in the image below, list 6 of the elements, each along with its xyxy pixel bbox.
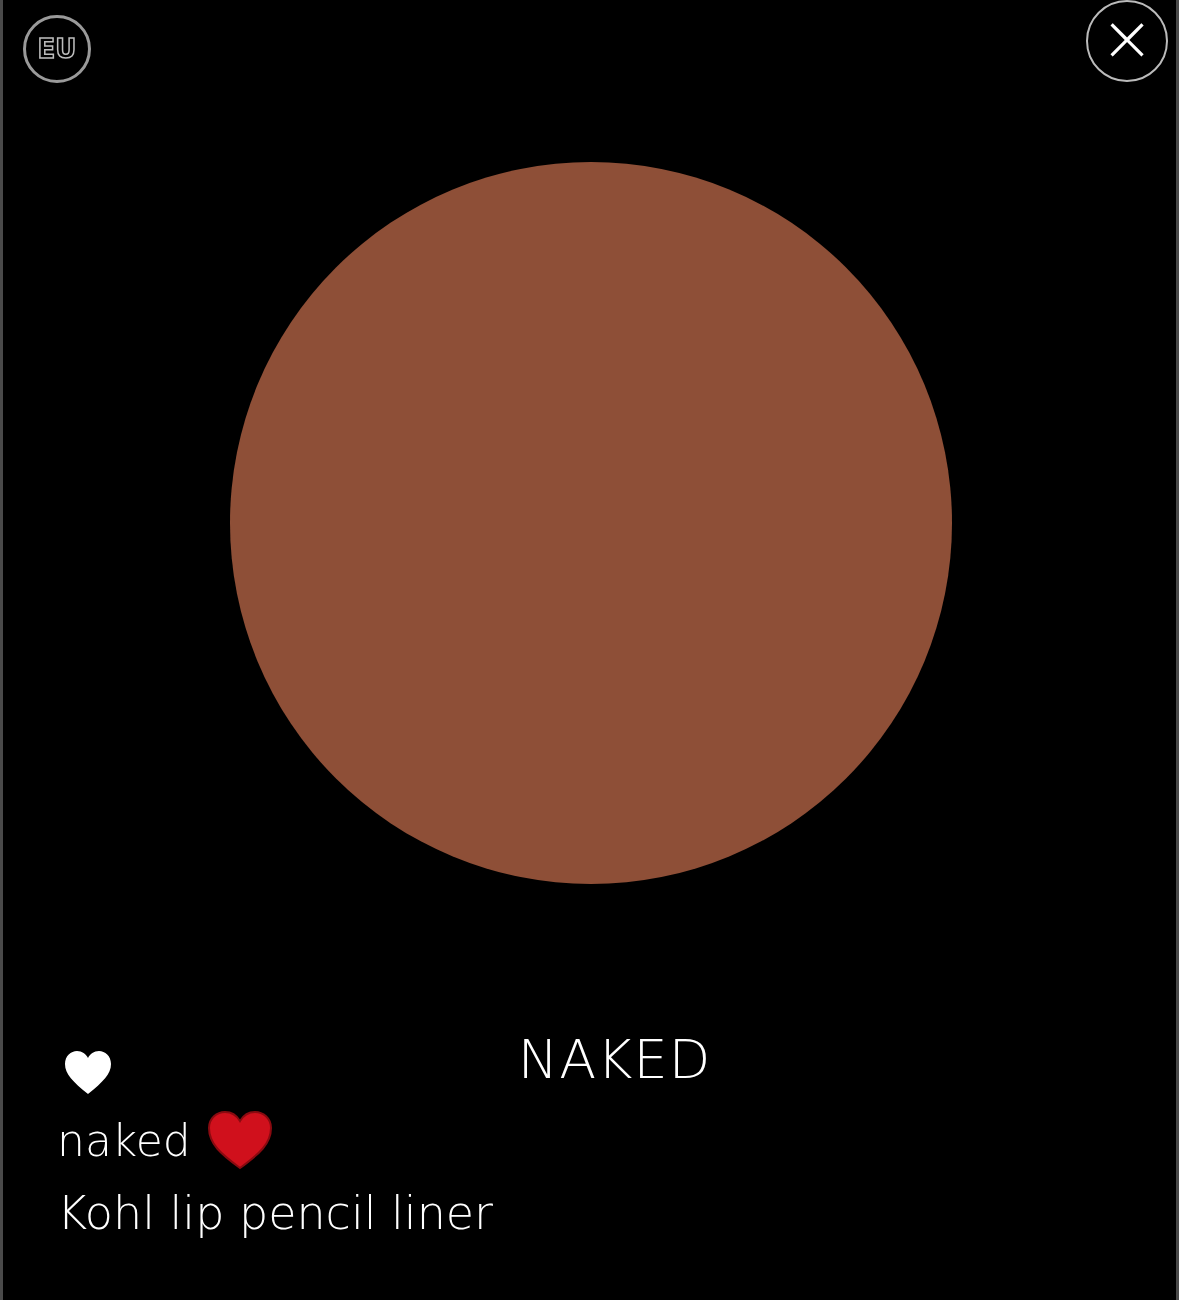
region-badge[interactable]: EU [23,15,91,83]
product-name: Kohl lip pencil liner [57,1186,494,1240]
heart-icon[interactable] [63,1050,113,1096]
close-button[interactable]: × [1086,0,1168,82]
shade-title: NAKED [517,1027,712,1091]
shade-name: naked [57,1114,191,1166]
